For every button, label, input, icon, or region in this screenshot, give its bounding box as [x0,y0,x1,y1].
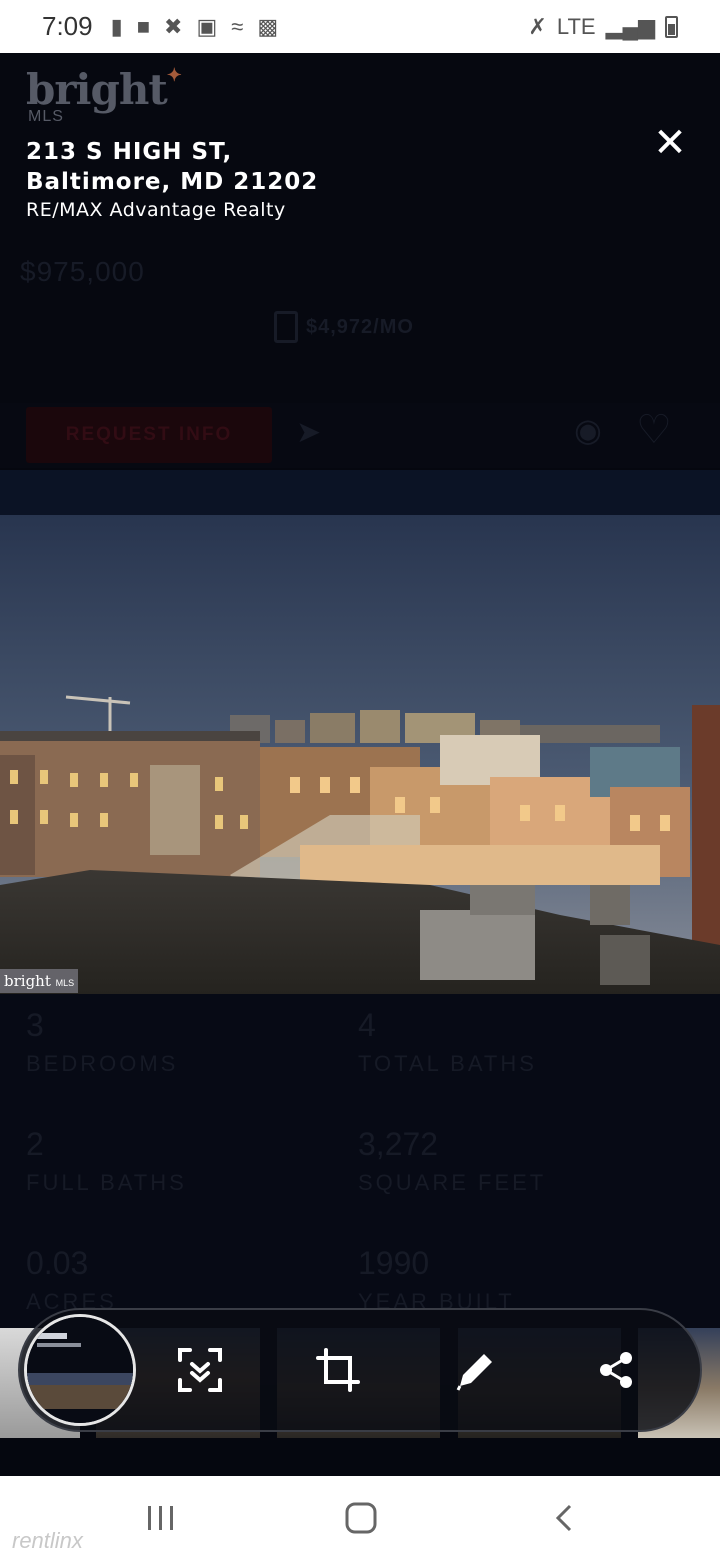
brokerage-name: RE/MAX Advantage Realty [26,199,286,221]
logo-star-icon: ✦ [166,65,182,86]
screenshot-viewer: bright✦ MLS 213 S HIGH ST, Baltimore, MD… [0,53,720,1476]
photo-watermark: bright MLS [0,969,79,993]
app-icon: ■ [136,13,151,39]
back-icon [555,1504,572,1532]
recent-apps-icon [148,1506,173,1530]
listing-photo: bright MLS [0,515,720,994]
fact-value-acres: 0.03 [26,1245,89,1281]
status-time: 7:09 [42,11,93,41]
crop-button[interactable] [310,1342,366,1398]
photo-watermark-sub: MLS [55,978,75,988]
home-icon [345,1502,377,1534]
edit-button[interactable] [448,1342,504,1398]
monthly-payment-value: $4,972/MO [306,315,414,338]
scroll-capture-icon [178,1348,222,1392]
navigation-bar: rentlinx [0,1476,720,1560]
share-button[interactable] [588,1342,644,1398]
fact-value-total-baths: 4 [358,1007,376,1043]
close-button[interactable]: ✕ [650,123,690,163]
scroll-capture-button[interactable] [172,1342,228,1398]
screenshot-icon: ▩ [257,13,279,39]
wifi-calling-icon: ≈ [231,13,244,39]
listing-share-icon: ➤ [296,416,322,449]
address-line1: 213 S HIGH ST, [26,139,233,165]
logo-text: bright [26,65,168,114]
preview-image [27,1317,133,1423]
missed-call-icon: ✖ [164,13,183,39]
share-icon [600,1352,632,1388]
photo-watermark-text: bright [4,972,51,990]
favorite-heart-icon: ♡ [636,408,672,452]
screenshot-preview-thumbnail[interactable] [24,1314,136,1426]
fact-label-full-baths: FULL BATHS [26,1170,187,1195]
logo-subtext: MLS [28,108,64,125]
fact-value-bedrooms: 3 [26,1007,44,1043]
mute-icon: ✗ [528,13,547,39]
address-line2: Baltimore, MD 21202 [26,169,319,195]
hide-listing-icon: ◉ [574,412,602,448]
fact-label-square-feet: SQUARE FEET [358,1170,547,1195]
rooftop-night-photo [0,515,720,994]
image-icon: ▣ [196,13,218,39]
crop-icon [316,1348,360,1392]
back-button[interactable] [534,1496,594,1540]
screenshot-toolbar [18,1308,702,1432]
fact-label-bedrooms: BEDROOMS [26,1051,179,1076]
home-button[interactable] [331,1496,391,1540]
status-bar: 7:09 ▮ ■ ✖ ▣ ≈ ▩ ✗ LTE ▂▄▆ [0,0,720,53]
fact-value-square-feet: 3,272 [358,1126,439,1162]
monthly-payment: $4,972/MO [274,311,414,343]
listing-tabs-bg [0,470,720,516]
calculator-icon [274,311,298,343]
rentlinx-watermark: rentlinx [12,1528,83,1553]
fact-value-year-built: 1990 [358,1245,430,1281]
close-icon: ✕ [653,121,687,165]
fact-value-full-baths: 2 [26,1126,44,1162]
listing-price: $975,000 [20,256,145,287]
fact-label-total-baths: TOTAL BATHS [358,1051,537,1076]
request-info-button: REQUEST INFO [26,407,272,463]
network-type: LTE [556,13,596,39]
recent-apps-button[interactable] [131,1496,191,1540]
status-right: ✗ LTE ▂▄▆ [528,14,678,40]
bright-mls-logo: bright✦ [26,65,182,114]
message-icon: ▮ [110,13,123,39]
edit-icon [456,1354,492,1391]
signal-icon: ▂▄▆ [605,13,655,39]
screen: 7:09 ▮ ■ ✖ ▣ ≈ ▩ ✗ LTE ▂▄▆ bright✦ MLS 2… [0,0,720,1560]
battery-icon [665,15,678,38]
